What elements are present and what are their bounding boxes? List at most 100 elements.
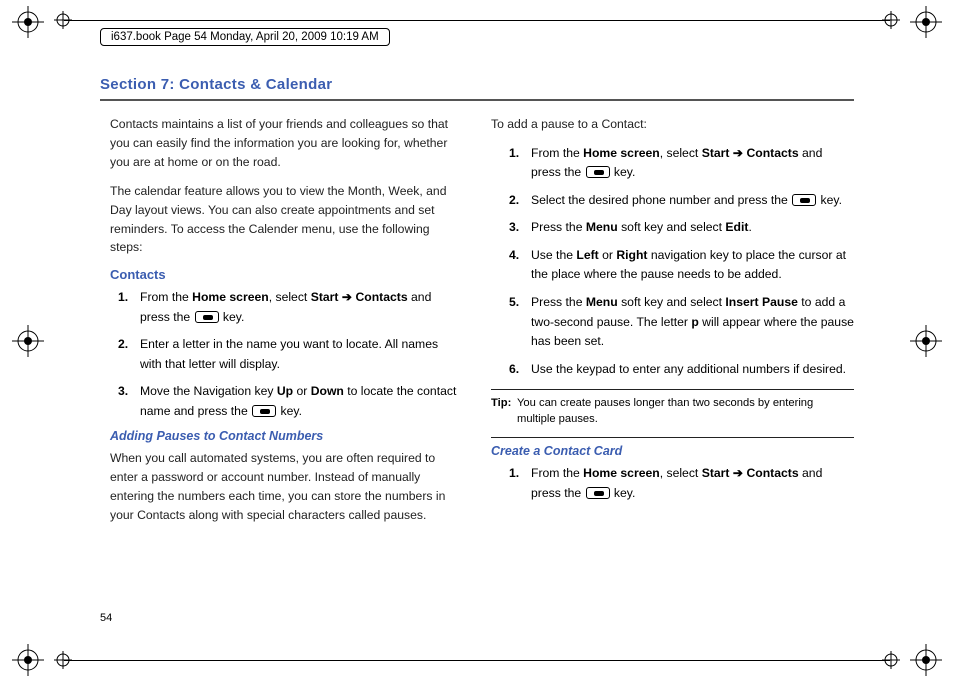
text: Start [702, 146, 730, 160]
text: key. [611, 165, 636, 179]
arrow-icon: ➔ [729, 466, 746, 480]
step-item: 2. Enter a letter in the name you want t… [118, 335, 463, 374]
pauses-para: When you call automated systems, you are… [110, 449, 463, 525]
step-item: 5. Press the Menu soft key and select In… [509, 293, 854, 352]
step-number: 3. [509, 218, 531, 238]
step-item: 3. Press the Menu soft key and select Ed… [509, 218, 854, 238]
step-text: Use the keypad to enter any additional n… [531, 360, 854, 380]
text: , select [660, 146, 702, 160]
contacts-heading: Contacts [110, 267, 463, 282]
cropmark-icon [12, 6, 44, 38]
text: , select [269, 290, 311, 304]
step-text: Move the Navigation key Up or Down to lo… [140, 382, 463, 421]
text: Left [576, 248, 598, 262]
crop-line-top [64, 20, 890, 22]
intro-para-2: The calendar feature allows you to view … [110, 182, 463, 258]
doc-header: i637.book Page 54 Monday, April 20, 2009… [100, 28, 390, 46]
create-contact-heading: Create a Contact Card [491, 444, 854, 458]
step-number: 6. [509, 360, 531, 380]
step-item: 3. Move the Navigation key Up or Down to… [118, 382, 463, 421]
text: Menu [586, 220, 618, 234]
text: Home screen [583, 466, 660, 480]
text: Start [311, 290, 339, 304]
cropmark-icon [910, 325, 942, 357]
pauses-heading: Adding Pauses to Contact Numbers [110, 429, 463, 443]
step-number: 2. [509, 191, 531, 211]
cropmark-icon [12, 644, 44, 676]
text: Contacts [746, 146, 798, 160]
step-number: 1. [509, 464, 531, 503]
step-number: 2. [118, 335, 140, 374]
title-rule [100, 99, 854, 101]
ok-key-icon [195, 311, 219, 323]
step-number: 1. [118, 288, 140, 327]
column-left: Contacts maintains a list of your friend… [100, 115, 463, 535]
crop-line-bottom [64, 660, 890, 662]
text: or [293, 384, 311, 398]
cropmark-icon [12, 325, 44, 357]
step-text: Use the Left or Right navigation key to … [531, 246, 854, 285]
text: From the [531, 466, 583, 480]
crosshair-icon [54, 11, 72, 29]
text: From the [140, 290, 192, 304]
crosshair-icon [54, 651, 72, 669]
text: key. [817, 193, 842, 207]
step-item: 4. Use the Left or Right navigation key … [509, 246, 854, 285]
text: Press the [531, 295, 586, 309]
step-text: Press the Menu soft key and select Edit. [531, 218, 854, 238]
step-text: Enter a letter in the name you want to l… [140, 335, 463, 374]
step-text: From the Home screen, select Start ➔ Con… [531, 144, 854, 183]
text: Use the [531, 248, 576, 262]
tip-label: Tip: [491, 396, 511, 412]
step-number: 4. [509, 246, 531, 285]
cropmark-icon [910, 644, 942, 676]
step-text: Press the Menu soft key and select Inser… [531, 293, 854, 352]
intro-para-1: Contacts maintains a list of your friend… [110, 115, 463, 172]
step-number: 3. [118, 382, 140, 421]
cropmark-icon [910, 6, 942, 38]
text: . [748, 220, 751, 234]
right-intro: To add a pause to a Contact: [491, 115, 854, 134]
page-number: 54 [100, 612, 112, 624]
tip-body: You can create pauses longer than two se… [517, 397, 813, 425]
text: p [691, 315, 698, 329]
text: Home screen [192, 290, 269, 304]
ok-key-icon [792, 194, 816, 206]
ok-key-icon [252, 405, 276, 417]
create-steps: 1. From the Home screen, select Start ➔ … [509, 464, 854, 503]
tip-rule-top [491, 389, 854, 390]
text: Down [311, 384, 344, 398]
step-number: 5. [509, 293, 531, 352]
ok-key-icon [586, 166, 610, 178]
text: soft key and select [618, 295, 726, 309]
section-title: Section 7: Contacts & Calendar [100, 76, 854, 93]
text: key. [220, 310, 245, 324]
arrow-icon: ➔ [338, 290, 355, 304]
tip-rule-bottom [491, 437, 854, 438]
step-item: 1. From the Home screen, select Start ➔ … [509, 144, 854, 183]
column-right: To add a pause to a Contact: 1. From the… [491, 115, 854, 535]
contacts-steps: 1. From the Home screen, select Start ➔ … [118, 288, 463, 421]
text: Press the [531, 220, 586, 234]
pause-steps: 1. From the Home screen, select Start ➔ … [509, 144, 854, 379]
tip-text: Tip: You can create pauses longer than t… [491, 396, 854, 427]
step-item: 2. Select the desired phone number and p… [509, 191, 854, 211]
page-body: Section 7: Contacts & Calendar Contacts … [100, 76, 854, 622]
text: Contacts [746, 466, 798, 480]
step-text: From the Home screen, select Start ➔ Con… [531, 464, 854, 503]
text: Start [702, 466, 730, 480]
ok-key-icon [586, 487, 610, 499]
arrow-icon: ➔ [729, 146, 746, 160]
text: Up [277, 384, 293, 398]
step-text: Select the desired phone number and pres… [531, 191, 854, 211]
step-number: 1. [509, 144, 531, 183]
crosshair-icon [882, 11, 900, 29]
text: key. [611, 486, 636, 500]
text: Edit [725, 220, 748, 234]
step-item: 1. From the Home screen, select Start ➔ … [509, 464, 854, 503]
crosshair-icon [882, 651, 900, 669]
text: Menu [586, 295, 618, 309]
step-item: 1. From the Home screen, select Start ➔ … [118, 288, 463, 327]
text: From the [531, 146, 583, 160]
text: or [599, 248, 617, 262]
